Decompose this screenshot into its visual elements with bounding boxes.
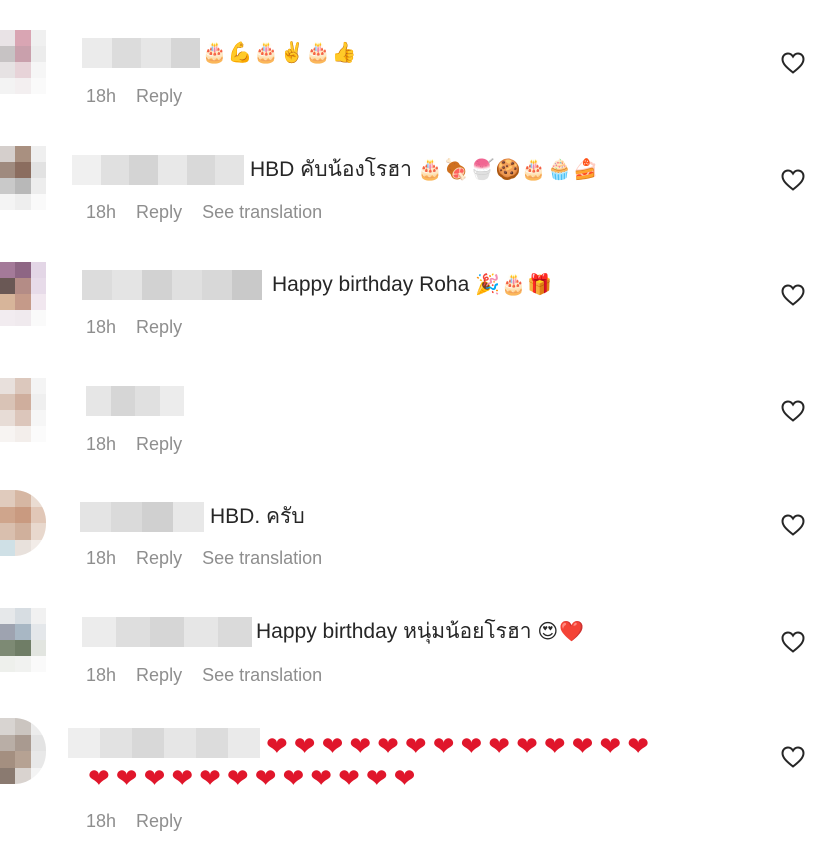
like-button[interactable] xyxy=(781,631,805,653)
heart-outline-icon xyxy=(781,631,805,653)
like-button[interactable] xyxy=(781,169,805,191)
username-blurred[interactable] xyxy=(82,617,252,647)
username-blurred[interactable] xyxy=(82,38,200,68)
comment-meta: 18h Reply xyxy=(86,317,182,338)
username-blurred[interactable] xyxy=(68,728,260,758)
heart-outline-icon xyxy=(781,169,805,191)
avatar[interactable] xyxy=(0,30,46,94)
heart-outline-icon xyxy=(781,514,805,536)
username-blurred[interactable] xyxy=(80,502,204,532)
comment-body: Happy birthday Roha xyxy=(272,273,470,296)
comment-body: Happy birthday หนุ่มน้อยโรฮา xyxy=(256,620,532,643)
like-button[interactable] xyxy=(781,746,805,768)
comment-time: 18h xyxy=(86,317,117,337)
comment-text: 🎂💪🎂✌️🎂👍 xyxy=(202,38,357,68)
comment-emojis: 🎂🍖🍧🍪🎂🧁🍰 xyxy=(417,159,600,181)
reply-button[interactable]: Reply xyxy=(136,665,182,686)
username-blurred[interactable] xyxy=(82,270,262,300)
comment-meta: 18h Reply See translation xyxy=(86,202,322,223)
reply-button[interactable]: Reply xyxy=(136,548,182,569)
reply-button[interactable]: Reply xyxy=(136,434,182,455)
comment-meta: 18h Reply xyxy=(86,434,182,455)
comment-time: 18h xyxy=(86,665,117,685)
username-blurred[interactable] xyxy=(72,155,245,185)
heart-outline-icon xyxy=(781,746,805,768)
comment-text: HBD คับน้องโรฮา 🎂🍖🍧🍪🎂🧁🍰 xyxy=(250,155,599,185)
comment-body: HBD คับน้องโรฮา xyxy=(250,158,412,181)
username-blurred[interactable] xyxy=(86,386,184,416)
like-button[interactable] xyxy=(781,514,805,536)
like-button[interactable] xyxy=(781,400,805,422)
see-translation-button[interactable]: See translation xyxy=(202,202,322,223)
comment-time: 18h xyxy=(86,86,117,106)
comment-meta: 18h Reply xyxy=(86,86,182,107)
reply-button[interactable]: Reply xyxy=(136,86,182,107)
comment-text: Happy birthday Roha 🎉🎂🎁 xyxy=(272,270,553,300)
reply-button[interactable]: Reply xyxy=(136,317,182,338)
see-translation-button[interactable]: See translation xyxy=(202,548,322,569)
reply-button[interactable]: Reply xyxy=(136,811,182,832)
avatar[interactable] xyxy=(0,608,46,672)
like-button[interactable] xyxy=(781,284,805,306)
reply-button[interactable]: Reply xyxy=(136,202,182,223)
comment-time: 18h xyxy=(86,548,117,568)
comment-time: 18h xyxy=(86,811,117,831)
avatar[interactable] xyxy=(0,378,46,442)
comment-time: 18h xyxy=(86,202,117,222)
comment-emojis: 🎉🎂🎁 xyxy=(475,274,553,296)
like-button[interactable] xyxy=(781,52,805,74)
comment-emojis: 😍❤️ xyxy=(537,621,586,643)
comment-hearts-line: ❤❤❤❤❤❤❤❤❤❤❤❤ xyxy=(88,763,422,793)
heart-outline-icon xyxy=(781,284,805,306)
heart-outline-icon xyxy=(781,400,805,422)
avatar[interactable] xyxy=(0,718,46,784)
comment-text: HBD. ครับ xyxy=(210,502,305,532)
comment-text: Happy birthday หนุ่มน้อยโรฮา 😍❤️ xyxy=(256,617,585,647)
comment-meta: 18h Reply xyxy=(86,811,182,832)
comment-hearts-line: ❤❤❤❤❤❤❤❤❤❤❤❤❤❤ xyxy=(266,731,655,761)
comment-meta: 18h Reply See translation xyxy=(86,548,322,569)
avatar[interactable] xyxy=(0,262,46,326)
avatar[interactable] xyxy=(0,146,46,210)
comment-emojis: 🎂💪🎂✌️🎂👍 xyxy=(202,42,358,64)
heart-outline-icon xyxy=(781,52,805,74)
see-translation-button[interactable]: See translation xyxy=(202,665,322,686)
comment-time: 18h xyxy=(86,434,117,454)
avatar[interactable] xyxy=(0,490,46,556)
comment-meta: 18h Reply See translation xyxy=(86,665,322,686)
comment-body: HBD. ครับ xyxy=(210,505,305,528)
